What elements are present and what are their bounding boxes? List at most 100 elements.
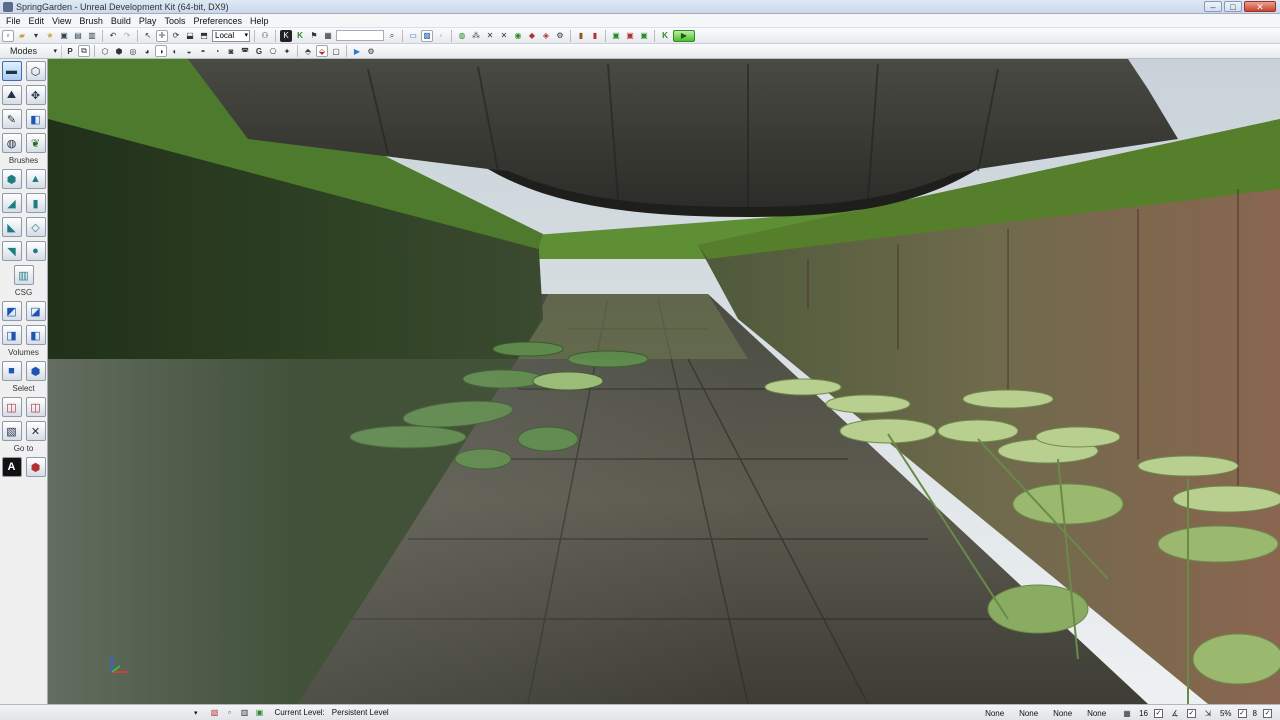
- close-button[interactable]: ✕: [1244, 1, 1276, 12]
- light-complexity-icon[interactable]: ◐: [169, 45, 181, 57]
- level-current-icon[interactable]: ▣: [254, 707, 266, 719]
- camera-icon[interactable]: ⎔: [267, 45, 279, 57]
- lock-viewport-icon[interactable]: ⬙: [316, 45, 328, 57]
- terrain-mode-button[interactable]: ⛰: [1, 85, 22, 105]
- lighting-quality-icon[interactable]: ◆: [526, 30, 538, 42]
- save-all-icon[interactable]: ▤: [72, 30, 84, 42]
- perspective-p-icon[interactable]: P: [64, 45, 76, 57]
- landscape-mode-button[interactable]: ◧: [25, 109, 46, 129]
- build-options-icon[interactable]: ⚙: [554, 30, 566, 42]
- scale-snap-checkbox[interactable]: ✓: [1237, 708, 1247, 718]
- menu-preferences[interactable]: Preferences: [189, 16, 246, 26]
- invert-selection-button[interactable]: ▧: [1, 421, 22, 441]
- matinee-icon[interactable]: ⚑: [308, 30, 320, 42]
- menu-tools[interactable]: Tools: [160, 16, 189, 26]
- menu-build[interactable]: Build: [107, 16, 135, 26]
- modes-header[interactable]: Modes ▾: [0, 44, 62, 58]
- unlit-icon[interactable]: ◎: [127, 45, 139, 57]
- camera-mode-button[interactable]: ▬: [1, 61, 22, 81]
- viewport-single-icon[interactable]: ▭: [407, 30, 419, 42]
- play-on-pc-icon[interactable]: ▮: [589, 30, 601, 42]
- menu-brush[interactable]: Brush: [75, 16, 107, 26]
- kismet-icon[interactable]: K: [280, 29, 292, 42]
- brush-wireframe-icon[interactable]: ⬢: [113, 45, 125, 57]
- lighting-only-icon[interactable]: ◑: [155, 45, 167, 57]
- level-red-icon[interactable]: ▧: [209, 707, 221, 719]
- show-selected-button[interactable]: ◫: [1, 397, 22, 417]
- snap-field-4[interactable]: None: [1087, 709, 1115, 718]
- build-cover-icon[interactable]: ✕: [498, 30, 510, 42]
- console-launch-icon[interactable]: ▣: [638, 30, 650, 42]
- grid-size-value[interactable]: 16: [1139, 709, 1148, 718]
- maximize-button[interactable]: □: [1224, 1, 1242, 12]
- menu-file[interactable]: File: [2, 16, 25, 26]
- texture-density-icon[interactable]: ◒: [183, 45, 195, 57]
- lit-detail-icon[interactable]: ◙: [225, 45, 237, 57]
- scale-tool-icon[interactable]: ⬓: [184, 30, 196, 42]
- rotate-tool-icon[interactable]: ⟳: [170, 30, 182, 42]
- menu-play[interactable]: Play: [135, 16, 161, 26]
- goto-actor-button[interactable]: A: [1, 457, 22, 477]
- binoculars-icon[interactable]: ⚇: [259, 30, 271, 42]
- reflections-icon[interactable]: ◚: [239, 45, 251, 57]
- play-in-viewport-small-icon[interactable]: ▶: [351, 45, 363, 57]
- build-all-icon[interactable]: ◉: [512, 30, 524, 42]
- cone-brush-button[interactable]: ▲: [25, 169, 46, 189]
- new-map-icon[interactable]: ▫: [2, 29, 14, 42]
- viewport-options-icon[interactable]: ⚙: [365, 45, 377, 57]
- snap-field-1[interactable]: None: [985, 709, 1013, 718]
- level-browser-icon[interactable]: ▥: [239, 707, 251, 719]
- search-input[interactable]: [336, 30, 384, 41]
- play-button-icon[interactable]: ▶: [673, 29, 695, 42]
- drag-grid-value[interactable]: 8: [1253, 709, 1257, 718]
- scale-nonuniform-icon[interactable]: ⬒: [198, 30, 210, 42]
- content-browser-icon[interactable]: ▦: [322, 30, 334, 42]
- spiral-stair-brush-button[interactable]: ◥: [1, 241, 22, 261]
- csg-add-button[interactable]: ◩: [1, 301, 22, 321]
- foliage-mode-button[interactable]: ❦: [25, 133, 46, 153]
- minimize-button[interactable]: –: [1204, 1, 1222, 12]
- viewport-ext-icon[interactable]: ◦: [435, 30, 447, 42]
- csg-deintersect-button[interactable]: ◧: [25, 325, 46, 345]
- lightmap-density-icon[interactable]: ◔: [211, 45, 223, 57]
- select-tool-icon[interactable]: ↖: [142, 30, 154, 42]
- build-paths-icon[interactable]: ✕: [484, 30, 496, 42]
- menu-view[interactable]: View: [48, 16, 75, 26]
- translate-tool-icon[interactable]: ✛: [156, 29, 168, 42]
- redo-icon[interactable]: ↷: [121, 30, 133, 42]
- static-mesh-mode-button[interactable]: ◍: [1, 133, 22, 153]
- show-all-button[interactable]: ✕: [25, 421, 46, 441]
- lit-icon[interactable]: ◕: [141, 45, 153, 57]
- viewport-quad-icon[interactable]: ▩: [421, 29, 433, 42]
- console-icon[interactable]: ▣: [610, 30, 622, 42]
- add-volume-button[interactable]: ■: [1, 361, 22, 381]
- open-recent-icon[interactable]: ★: [44, 30, 56, 42]
- kismet-debug-icon[interactable]: K: [659, 30, 671, 42]
- console-play-icon[interactable]: ▣: [624, 30, 636, 42]
- open-folder-icon[interactable]: ▰: [16, 30, 28, 42]
- volume-list-button[interactable]: ⬢: [25, 361, 46, 381]
- snap-field-3[interactable]: None: [1053, 709, 1081, 718]
- perspective-viewport[interactable]: [48, 59, 1280, 704]
- build-geometry-icon[interactable]: ◍: [456, 30, 468, 42]
- geometry-mode-button[interactable]: ⬡: [25, 61, 46, 81]
- save-current-icon[interactable]: ▥: [86, 30, 98, 42]
- snap-field-2[interactable]: None: [1019, 709, 1047, 718]
- linear-stair-brush-button[interactable]: ◣: [1, 217, 22, 237]
- shader-complexity-icon[interactable]: ◓: [197, 45, 209, 57]
- wireframe-icon[interactable]: ⬡: [99, 45, 111, 57]
- play-in-viewport-icon[interactable]: ▮: [575, 30, 587, 42]
- maximize-viewport-icon[interactable]: ▢: [330, 45, 342, 57]
- curved-stair-brush-button[interactable]: ◢: [1, 193, 22, 213]
- coordinate-system-select[interactable]: Local ▾: [212, 29, 250, 42]
- save-icon[interactable]: ▣: [58, 30, 70, 42]
- mesh-paint-mode-button[interactable]: ✎: [1, 109, 22, 129]
- goto-builder-brush-button[interactable]: ⬢: [25, 457, 46, 477]
- dropdown-arrow-icon[interactable]: ▾: [30, 30, 42, 42]
- grid-snap-checkbox[interactable]: ✓: [1153, 708, 1163, 718]
- hide-selected-button[interactable]: ◫: [25, 397, 46, 417]
- menu-edit[interactable]: Edit: [25, 16, 49, 26]
- csg-intersect-button[interactable]: ◨: [1, 325, 22, 345]
- cylinder-brush-button[interactable]: ▮: [25, 193, 46, 213]
- status-dropdown-icon[interactable]: ▾: [194, 709, 198, 717]
